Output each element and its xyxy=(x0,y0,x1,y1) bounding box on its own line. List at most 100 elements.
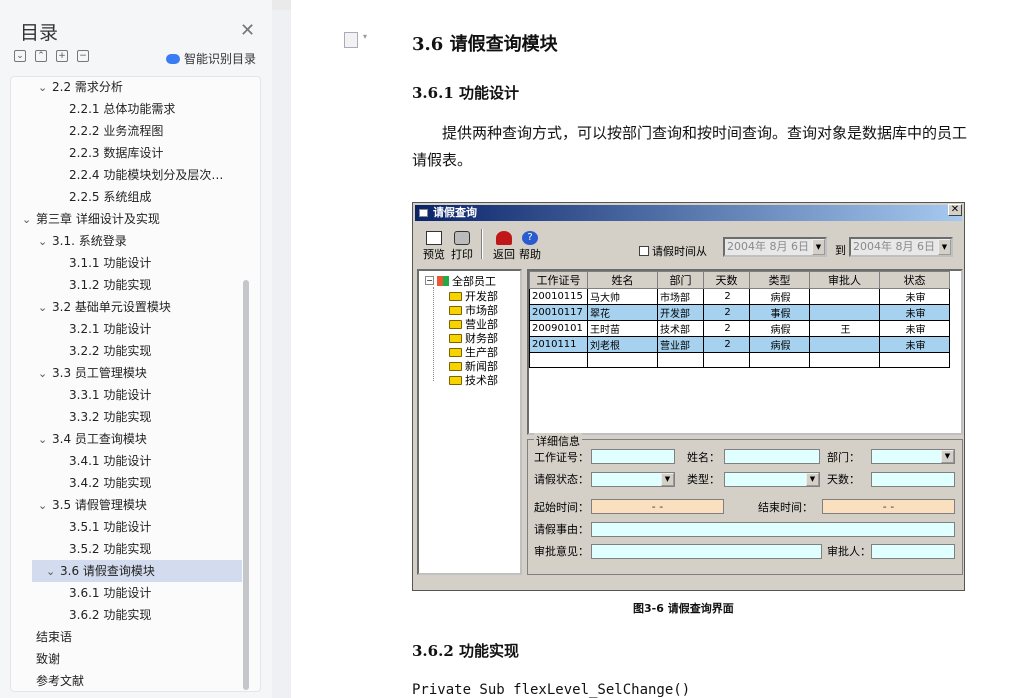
date-from-picker[interactable]: 2004年 8月 6日 ▼ xyxy=(723,237,827,257)
table-cell[interactable] xyxy=(809,336,880,353)
tree-node[interactable]: 生产部 xyxy=(449,345,498,359)
toc-item[interactable]: ⌄ 2.2 需求分析 xyxy=(38,76,123,98)
help-button[interactable]: ? 帮助 xyxy=(519,231,541,262)
toc-item[interactable]: 参考文献 xyxy=(22,670,84,692)
toc-item[interactable]: 结束语 xyxy=(22,626,72,648)
tree-node[interactable]: 技术部 xyxy=(449,373,498,387)
name-field[interactable] xyxy=(724,449,820,464)
chevron-down-icon[interactable]: ⌄ xyxy=(22,209,36,231)
column-header[interactable]: 工作证号 xyxy=(529,271,588,289)
table-cell[interactable]: 开发部 xyxy=(657,304,704,321)
toc-item[interactable]: ⌄ 3.3 员工管理模块 xyxy=(38,362,147,384)
table-cell[interactable]: 营业部 xyxy=(657,336,704,353)
expand-up-icon[interactable]: ⌃ xyxy=(35,50,47,62)
toc-item[interactable]: 致谢 xyxy=(22,648,60,670)
table-row[interactable]: 20010117 翠花 开发部 2 事假 未审 xyxy=(529,304,950,321)
id-field[interactable] xyxy=(591,449,675,464)
opinion-field[interactable] xyxy=(591,544,822,559)
column-header[interactable]: 类型 xyxy=(749,271,810,289)
toc-item[interactable]: 3.2.1 功能设计 xyxy=(55,318,151,340)
table-cell[interactable]: 未审 xyxy=(879,336,950,353)
print-button[interactable]: 打印 xyxy=(451,231,473,262)
table-row[interactable]: 20090101 王时苗 技术部 2 病假王未审 xyxy=(529,320,950,337)
table-cell[interactable]: 市场部 xyxy=(657,288,704,305)
status-select[interactable]: ▼ xyxy=(591,472,675,487)
table-row[interactable]: 2010111 刘老根 营业部 2 病假 未审 xyxy=(529,336,950,353)
smart-toc-button[interactable]: 智能识别目录 xyxy=(166,50,256,67)
document-icon[interactable] xyxy=(344,32,367,48)
toc-item[interactable]: 3.4.2 功能实现 xyxy=(55,472,151,494)
chevron-down-icon[interactable]: ⌄ xyxy=(38,77,52,99)
chevron-down-icon[interactable]: ▼ xyxy=(806,473,819,486)
table-cell[interactable]: 2 xyxy=(703,304,750,321)
approver-field[interactable] xyxy=(871,544,955,559)
column-header[interactable]: 姓名 xyxy=(587,271,658,289)
table-cell[interactable]: 20090101 xyxy=(529,320,588,337)
table-row[interactable] xyxy=(529,352,950,368)
chevron-down-icon[interactable]: ▼ xyxy=(812,239,825,255)
chevron-down-icon[interactable]: ▼ xyxy=(661,473,674,486)
toc-item[interactable]: 3.3.1 功能设计 xyxy=(55,384,151,406)
table-cell[interactable]: 翠花 xyxy=(587,304,658,321)
reason-field[interactable] xyxy=(591,522,955,537)
chevron-down-icon[interactable]: ⌄ xyxy=(38,231,52,253)
table-cell[interactable] xyxy=(703,352,750,368)
toc-item[interactable]: 3.4.1 功能设计 xyxy=(55,450,151,472)
toc-item[interactable]: 3.5.1 功能设计 xyxy=(55,516,151,538)
toc-item[interactable]: 2.2.3 数据库设计 xyxy=(55,142,163,164)
return-button[interactable]: 返回 xyxy=(493,231,515,262)
toc-item[interactable]: 3.3.2 功能实现 xyxy=(55,406,151,428)
table-cell[interactable]: 20010117 xyxy=(529,304,588,321)
toc-scrollbar[interactable] xyxy=(243,280,249,690)
column-header[interactable]: 天数 xyxy=(703,271,750,289)
table-cell[interactable]: 20010115 xyxy=(529,288,588,305)
tree-node[interactable]: 营业部 xyxy=(449,317,498,331)
table-cell[interactable]: 2 xyxy=(703,288,750,305)
chevron-down-icon[interactable]: ⌄ xyxy=(46,561,60,583)
table-cell[interactable]: 王 xyxy=(809,320,880,337)
table-cell[interactable] xyxy=(809,352,880,368)
table-cell[interactable]: 2 xyxy=(703,336,750,353)
toc-item[interactable]: 3.1.1 功能设计 xyxy=(55,252,151,274)
column-header[interactable]: 部门 xyxy=(657,271,704,289)
column-header[interactable]: 审批人 xyxy=(809,271,880,289)
table-row[interactable]: 20010115 马大帅 市场部 2 病假 未审 xyxy=(529,288,950,305)
toc-item[interactable]: ⌄ 第三章 详细设计及实现 xyxy=(22,208,160,230)
table-cell[interactable] xyxy=(809,304,880,321)
toc-item[interactable]: ⌄ 3.4 员工查询模块 xyxy=(38,428,147,450)
table-cell[interactable] xyxy=(657,352,704,368)
table-cell[interactable]: 未审 xyxy=(879,288,950,305)
toc-item[interactable]: 2.2.5 系统组成 xyxy=(55,186,151,208)
dept-select[interactable]: ▼ xyxy=(871,449,955,464)
chevron-down-icon[interactable]: ⌄ xyxy=(38,429,52,451)
date-filter-checkbox[interactable]: 请假时间从 xyxy=(639,243,707,259)
preview-button[interactable]: 预览 xyxy=(423,231,445,262)
toc-item[interactable]: 3.6.1 功能设计 xyxy=(55,582,151,604)
chevron-down-icon[interactable]: ⌄ xyxy=(38,363,52,385)
table-cell[interactable] xyxy=(587,352,658,368)
tree-expand-icon[interactable]: − xyxy=(425,276,434,285)
type-select[interactable]: ▼ xyxy=(724,472,820,487)
collapse-all-icon[interactable]: ⌄ xyxy=(14,50,26,62)
chevron-down-icon[interactable]: ▼ xyxy=(938,239,951,255)
table-cell[interactable]: 2 xyxy=(703,320,750,337)
date-to-picker[interactable]: 2004年 8月 6日 ▼ xyxy=(849,237,953,257)
column-header[interactable]: 状态 xyxy=(879,271,950,289)
add-icon[interactable]: + xyxy=(56,50,68,62)
remove-icon[interactable]: − xyxy=(77,50,89,62)
table-cell[interactable]: 未审 xyxy=(879,320,950,337)
toc-item[interactable]: 3.1.2 功能实现 xyxy=(55,274,151,296)
table-cell[interactable]: 马大帅 xyxy=(587,288,658,305)
table-cell[interactable]: 未审 xyxy=(879,304,950,321)
toc-item[interactable]: ⌄ 3.1. 系统登录 xyxy=(38,230,127,252)
end-field[interactable]: - - xyxy=(822,499,955,514)
toc-item[interactable]: 2.2.1 总体功能需求 xyxy=(55,98,175,120)
toc-item[interactable]: ⌄ 3.6 请假查询模块 xyxy=(32,560,242,582)
table-cell[interactable]: 王时苗 xyxy=(587,320,658,337)
table-cell[interactable]: 2010111 xyxy=(529,336,588,353)
tree-node[interactable]: 财务部 xyxy=(449,331,498,345)
table-cell[interactable]: 病假 xyxy=(749,288,810,305)
chevron-down-icon[interactable]: ▼ xyxy=(941,450,954,463)
toc-item[interactable]: 2.2.4 功能模块划分及层次… xyxy=(55,164,223,186)
table-cell[interactable]: 刘老根 xyxy=(587,336,658,353)
